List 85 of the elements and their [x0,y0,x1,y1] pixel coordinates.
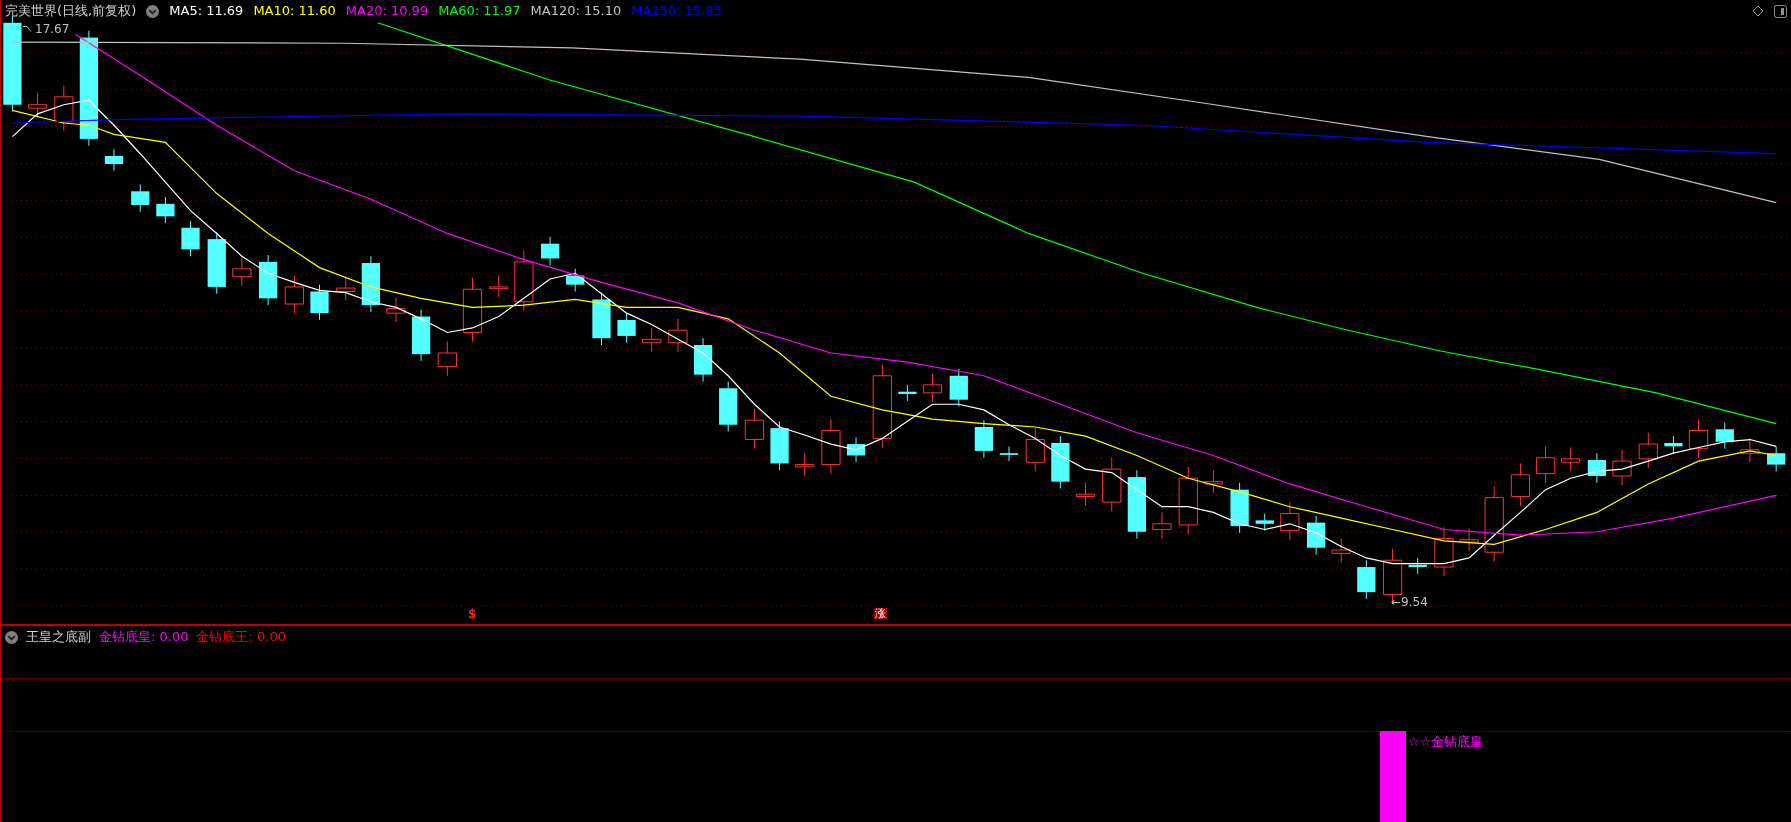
candlestick [540,236,560,266]
candlestick [1331,538,1351,563]
candlestick [386,296,406,323]
candlestick [642,327,662,353]
candlestick [898,384,917,402]
signal-marker: $ [468,608,477,620]
candlestick [1688,418,1709,459]
candlestick [1127,469,1146,540]
candlestick [437,341,457,377]
candlestick [1178,466,1198,535]
candlestick [1152,511,1172,540]
diamond-icon[interactable] [1752,5,1764,17]
candlestick [1230,482,1249,534]
candlestick [259,254,278,306]
candlestick [54,84,74,132]
chart-title: 完美世界(日线,前复权) [5,2,137,21]
candlestick [1459,527,1479,552]
candlestick [514,250,534,312]
indicator-value: 金钻底王: 0.00 [196,628,286,647]
candlestick [1025,427,1045,472]
candlestick [668,318,688,353]
candlestick [922,373,943,403]
candlestick [181,220,200,257]
panel-toggle-icon[interactable] [1774,4,1787,18]
candlestick [592,292,611,346]
low-price-label: ←9.54 [1391,594,1428,611]
moving-average-value: MA5: 11.69 [169,2,244,21]
candlestick [1510,462,1531,507]
candlestick [156,196,175,224]
candlestick [1715,421,1734,450]
candlestick [1203,469,1223,494]
candlestick [693,337,713,382]
candlestick [1434,526,1454,577]
candlestick [1408,557,1427,575]
candlestick [821,418,841,475]
candlestick [1075,482,1096,507]
candlestick [1102,457,1122,512]
candlestick [846,436,866,463]
candlestick [949,368,968,407]
candlestick [1740,437,1760,463]
candlestick [27,92,48,118]
chevron-down-icon[interactable] [5,630,18,644]
candlestick [1280,501,1300,541]
candlestick [999,445,1019,462]
candlestick [1535,445,1556,484]
signal-label: ☆☆金钻底皇 [1408,733,1484,751]
candlestick [104,148,124,172]
leader-line [23,26,33,32]
candlestick [1051,435,1070,489]
candlestick [744,408,765,450]
moving-average-value: MA10: 11.60 [253,2,336,21]
chevron-down-icon[interactable] [146,4,160,18]
candlestick [207,231,226,295]
candlestick [1255,513,1274,532]
candlestick [1561,447,1581,472]
candlestick [795,452,815,477]
moving-average-value: MA60: 11.97 [438,2,521,21]
high-price-label: 17.67 [35,21,70,38]
indicator-title: 王皇之底副 [26,628,91,647]
candlestick [1767,445,1786,472]
moving-average-value: MA120: 15.10 [530,2,622,21]
candlestick [489,275,509,298]
candlestick [566,268,585,292]
candlestick [770,420,789,471]
candlestick [131,183,150,213]
candlestick [336,276,356,302]
candlestick [1664,435,1683,454]
candlestick [1306,515,1326,556]
moving-average-value: MA20: 10.99 [345,2,429,21]
candlestick [1638,432,1658,469]
candlestick [310,284,329,321]
signal-marker: 涨 [874,608,887,619]
candlestick [974,419,994,459]
indicator-value: 金钻底皇: 0.00 [99,628,189,647]
candlestick [232,256,252,287]
candlestick [361,255,380,313]
candlestick [462,277,483,343]
candlestick [284,275,304,314]
candlestick [411,309,431,362]
candlestick [617,312,636,344]
candlestick [1357,559,1376,600]
candlestick [1587,452,1607,484]
moving-average-value: MA250: 15.83 [631,2,722,21]
candlestick [719,380,738,433]
candlestick [1612,449,1632,486]
